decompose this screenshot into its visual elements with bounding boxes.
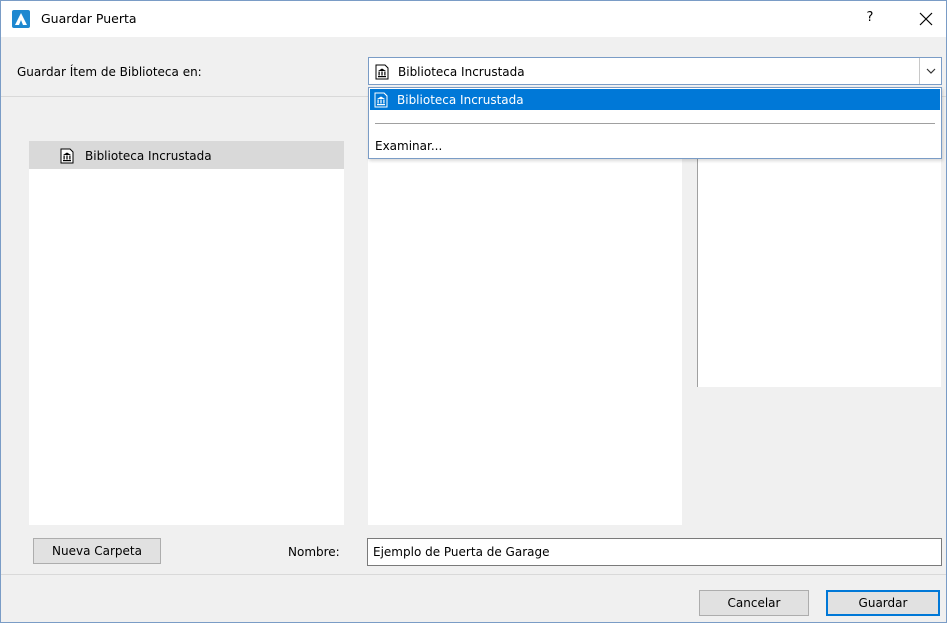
name-input[interactable] <box>367 538 942 566</box>
divider <box>1 574 946 575</box>
save-location-value: Biblioteca Incrustada <box>398 65 525 79</box>
dropdown-option-label: Biblioteca Incrustada <box>397 93 524 107</box>
preview-panel <box>697 141 941 387</box>
cancel-button[interactable]: Cancelar <box>699 590 809 616</box>
dropdown-separator <box>375 123 935 124</box>
library-tree-panel[interactable]: Biblioteca Incrustada <box>29 141 344 525</box>
combo-dropdown-button[interactable] <box>919 58 941 84</box>
save-door-dialog: Guardar Puerta ? Guardar Ítem de Bibliot… <box>0 0 947 623</box>
close-icon <box>919 12 933 26</box>
close-button[interactable] <box>911 7 941 31</box>
save-location-dropdown-list: Biblioteca Incrustada Examinar... <box>368 87 942 159</box>
dropdown-option-embedded-library[interactable]: Biblioteca Incrustada <box>370 89 940 110</box>
library-icon <box>373 92 389 111</box>
folder-contents-panel[interactable] <box>368 141 682 525</box>
help-button[interactable]: ? <box>859 10 881 30</box>
title-bar: Guardar Puerta ? <box>1 1 946 37</box>
name-label: Nombre: <box>288 545 340 559</box>
save-location-label: Guardar Ítem de Biblioteca en: <box>17 65 202 79</box>
new-folder-button[interactable]: Nueva Carpeta <box>33 538 161 564</box>
save-button[interactable]: Guardar <box>826 590 940 616</box>
save-location-combobox[interactable]: Biblioteca Incrustada <box>368 57 942 85</box>
library-icon <box>59 148 75 167</box>
tree-item-label: Biblioteca Incrustada <box>85 149 212 163</box>
library-icon <box>374 64 390 83</box>
tree-item-embedded-library[interactable]: Biblioteca Incrustada <box>29 141 344 169</box>
archicad-app-icon <box>12 10 30 28</box>
window-title: Guardar Puerta <box>41 11 137 26</box>
chevron-down-icon <box>926 68 936 74</box>
dropdown-option-browse[interactable]: Examinar... <box>375 139 442 153</box>
